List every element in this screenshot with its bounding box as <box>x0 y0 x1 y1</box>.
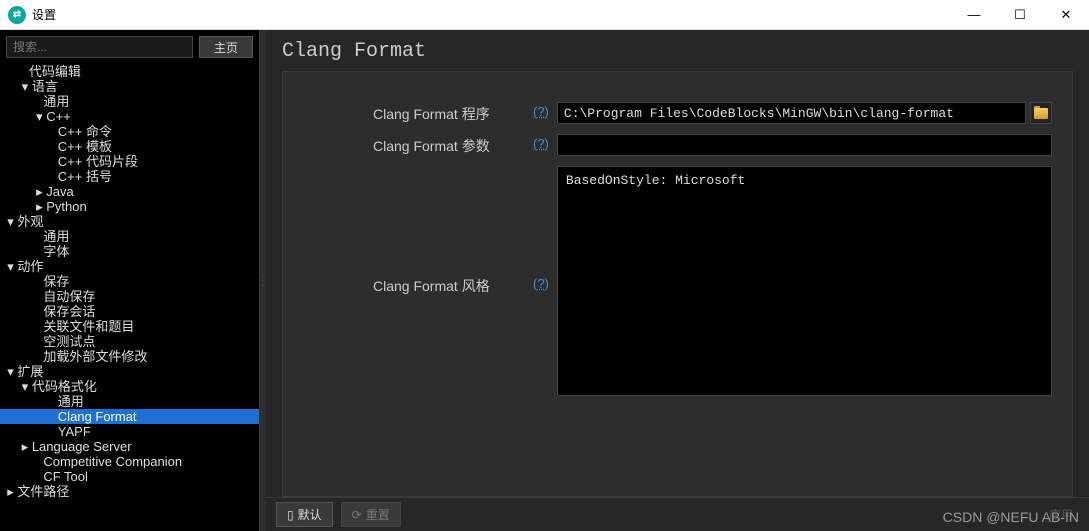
tree-item-label: 自动保存 <box>43 289 95 304</box>
reset-icon: ⟳ <box>352 508 362 522</box>
tree-item[interactable]: 空测试点 <box>0 334 259 349</box>
expand-icon[interactable]: ▾ <box>22 79 32 94</box>
tree-item-label: Language Server <box>32 439 132 454</box>
search-input[interactable] <box>6 36 193 58</box>
tree-item[interactable]: ▾ 外观 <box>0 214 259 229</box>
help-icon[interactable]: (?) <box>533 166 549 291</box>
clang-program-input[interactable]: C:\Program Files\CodeBlocks\MinGW\bin\cl… <box>557 102 1026 124</box>
help-icon[interactable]: (?) <box>533 134 549 151</box>
settings-tree[interactable]: 代码编辑 ▾ 语言 通用 ▾ C++ C++ 命令 C++ 模板 C++ 代码片… <box>0 64 259 531</box>
tree-item-label: YAPF <box>58 424 91 439</box>
tree-item[interactable]: ▸ 文件路径 <box>0 484 259 499</box>
tree-item-label: 加载外部文件修改 <box>43 349 147 364</box>
minimize-button[interactable]: — <box>951 0 997 30</box>
tree-item[interactable]: ▾ 扩展 <box>0 364 259 379</box>
tree-item[interactable]: 代码编辑 <box>0 64 259 79</box>
tree-item[interactable]: ▾ 语言 <box>0 79 259 94</box>
tree-item[interactable]: ▸ Language Server <box>0 439 259 454</box>
sidebar: 主页 代码编辑 ▾ 语言 通用 ▾ C++ C++ 命令 C++ 模板 C++ … <box>0 30 260 531</box>
tree-item-label: C++ 模板 <box>58 139 112 154</box>
tree-item-label: 外观 <box>17 214 43 229</box>
tree-item-label: Java <box>46 184 73 199</box>
expand-icon[interactable]: ▾ <box>36 109 46 124</box>
expand-icon[interactable]: ▾ <box>7 364 17 379</box>
tree-item-label: C++ <box>46 109 71 124</box>
tree-item-label: Python <box>46 199 86 214</box>
settings-panel: Clang Format 程序 (?) C:\Program Files\Cod… <box>282 71 1073 497</box>
tree-item-label: 保存 <box>43 274 69 289</box>
expand-icon[interactable]: ▸ <box>36 184 46 199</box>
tree-item-label: C++ 命令 <box>58 124 112 139</box>
page-icon: ▯ <box>287 508 294 522</box>
maximize-button[interactable]: ☐ <box>997 0 1043 30</box>
tree-item-label: 代码格式化 <box>32 379 97 394</box>
clang-args-label: Clang Format 参数 <box>373 134 543 156</box>
tree-item[interactable]: ▾ C++ <box>0 109 259 124</box>
tree-item-label: Clang Format <box>58 409 137 424</box>
tree-item[interactable]: 字体 <box>0 244 259 259</box>
tree-item[interactable]: ▸ Python <box>0 199 259 214</box>
tree-item-label: 代码编辑 <box>29 64 81 79</box>
content-area: Clang Format Clang Format 程序 (?) C:\Prog… <box>266 30 1089 531</box>
close-button[interactable]: ✕ <box>1043 0 1089 30</box>
clang-args-input[interactable] <box>557 134 1052 156</box>
expand-icon[interactable]: ▸ <box>36 199 46 214</box>
expand-icon[interactable]: ▾ <box>22 379 32 394</box>
tree-item[interactable]: ▾ 动作 <box>0 259 259 274</box>
tree-item-label: 文件路径 <box>17 484 69 499</box>
tree-item-label: 动作 <box>17 259 43 274</box>
tree-item-label: 扩展 <box>17 364 43 379</box>
tree-item[interactable]: Clang Format <box>0 409 259 424</box>
expand-icon[interactable]: ▸ <box>7 484 17 499</box>
tree-item[interactable]: ▾ 代码格式化 <box>0 379 259 394</box>
tree-item-label: CF Tool <box>43 469 88 484</box>
tree-item[interactable]: ▸ Java <box>0 184 259 199</box>
tree-item-label: 通用 <box>43 94 69 109</box>
tree-item-label: 字体 <box>43 244 69 259</box>
folder-icon <box>1034 108 1048 119</box>
tree-item[interactable]: 加载外部文件修改 <box>0 349 259 364</box>
tree-item[interactable]: 通用 <box>0 394 259 409</box>
clang-program-label: Clang Format 程序 <box>373 102 543 124</box>
tree-item[interactable]: 保存 <box>0 274 259 289</box>
expand-icon[interactable]: ▸ <box>22 439 32 454</box>
tree-item-label: 通用 <box>58 394 84 409</box>
bottom-bar: ▯默认 ⟳重置 应用 <box>266 497 1089 531</box>
tree-item[interactable]: C++ 模板 <box>0 139 259 154</box>
expand-icon[interactable]: ▾ <box>7 214 17 229</box>
default-button[interactable]: ▯默认 <box>276 502 333 527</box>
clang-style-label: Clang Format 风格 <box>373 166 543 296</box>
tree-item-label: C++ 代码片段 <box>58 154 138 169</box>
tree-item[interactable]: 自动保存 <box>0 289 259 304</box>
tree-item[interactable]: 保存会话 <box>0 304 259 319</box>
tree-item-label: 保存会话 <box>43 304 95 319</box>
tree-item[interactable]: C++ 代码片段 <box>0 154 259 169</box>
tree-item[interactable]: C++ 命令 <box>0 124 259 139</box>
tree-item-label: C++ 括号 <box>58 169 112 184</box>
help-icon[interactable]: (?) <box>533 102 549 119</box>
app-icon: ⇄ <box>8 6 26 24</box>
tree-item-label: 语言 <box>32 79 58 94</box>
tree-item[interactable]: 通用 <box>0 229 259 244</box>
reset-button[interactable]: ⟳重置 <box>341 502 401 527</box>
page-title: Clang Format <box>282 40 1073 71</box>
home-button[interactable]: 主页 <box>199 36 253 58</box>
tree-item[interactable]: C++ 括号 <box>0 169 259 184</box>
expand-icon[interactable]: ▾ <box>7 259 17 274</box>
window-title: 设置 <box>32 6 56 23</box>
tree-item-label: 通用 <box>43 229 69 244</box>
apply-button[interactable]: 应用 <box>1049 506 1079 523</box>
tree-item[interactable]: YAPF <box>0 424 259 439</box>
clang-style-textarea[interactable]: BasedOnStyle: Microsoft <box>557 166 1052 396</box>
titlebar: ⇄ 设置 — ☐ ✕ <box>0 0 1089 30</box>
tree-item-label: Competitive Companion <box>43 454 182 469</box>
tree-item[interactable]: 通用 <box>0 94 259 109</box>
tree-item[interactable]: Competitive Companion <box>0 454 259 469</box>
tree-item-label: 关联文件和题目 <box>43 319 134 334</box>
tree-item[interactable]: CF Tool <box>0 469 259 484</box>
tree-item-label: 空测试点 <box>43 334 95 349</box>
tree-item[interactable]: 关联文件和题目 <box>0 319 259 334</box>
browse-button[interactable] <box>1030 102 1052 124</box>
